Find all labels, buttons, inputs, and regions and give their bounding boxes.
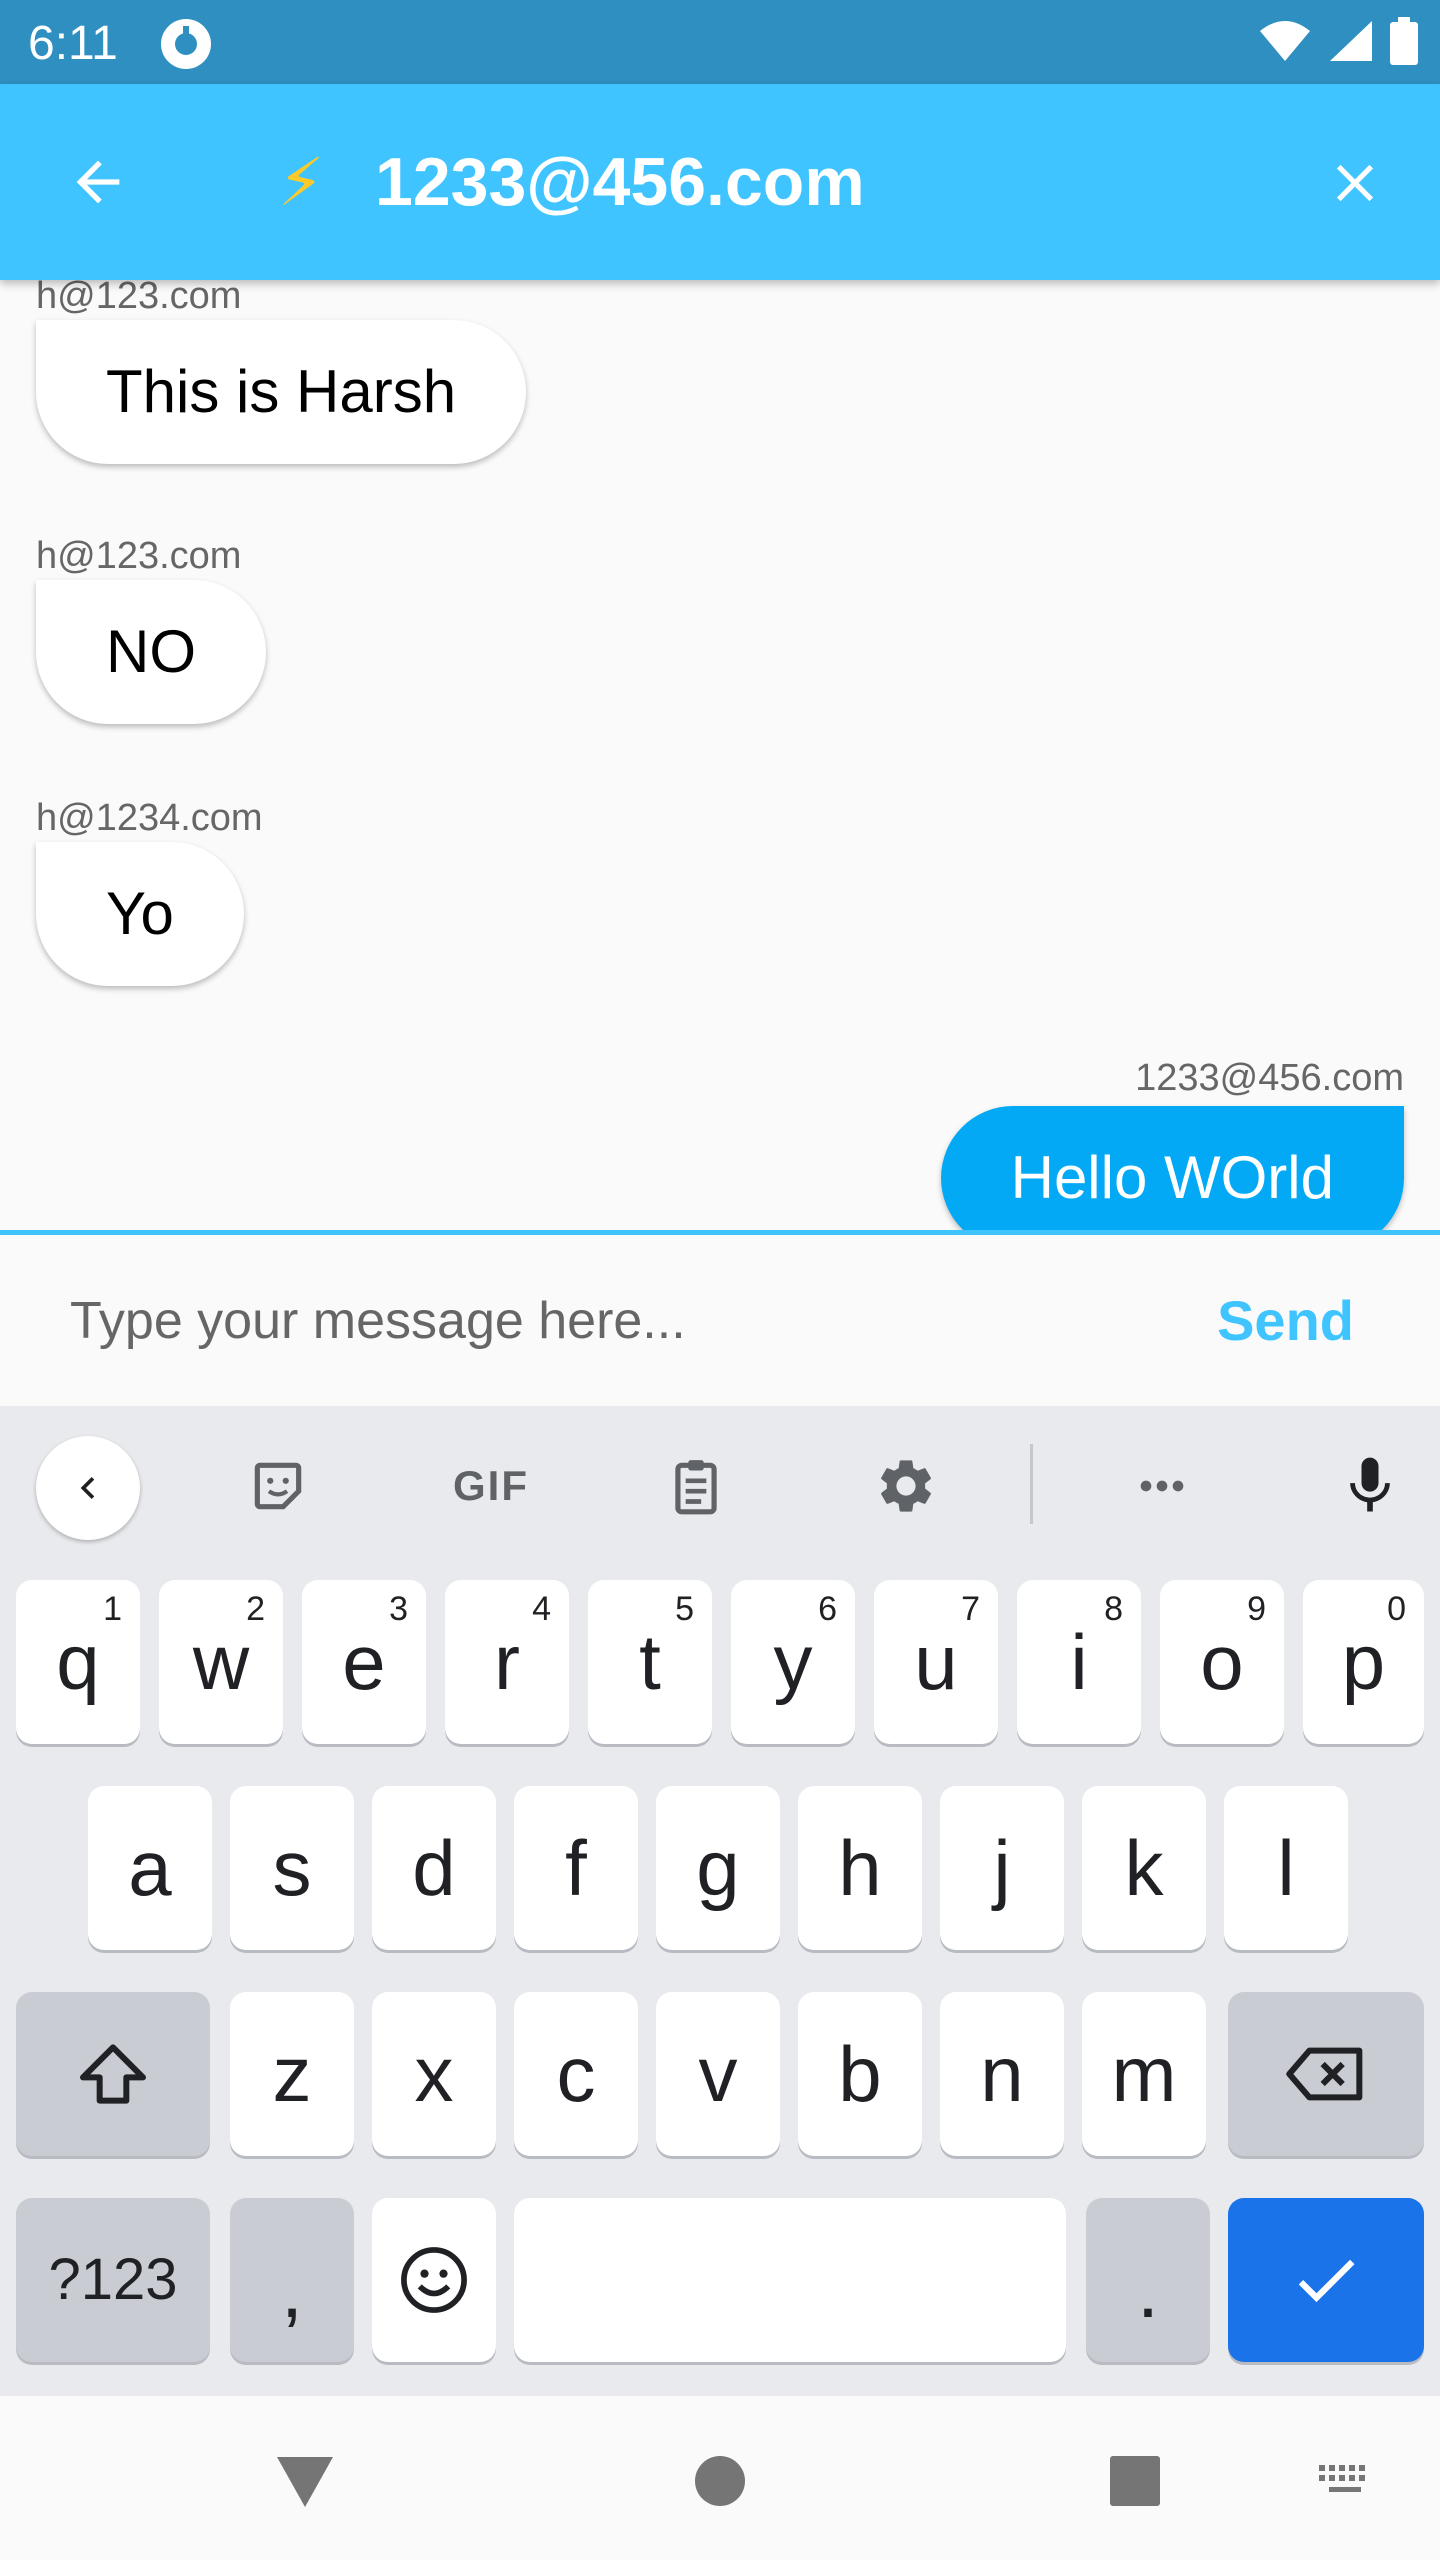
emoji-icon <box>401 2247 467 2313</box>
key-h[interactable]: h <box>798 1786 922 1950</box>
battery-icon <box>1390 16 1418 70</box>
backspace-icon <box>1286 2047 1363 2101</box>
key-m[interactable]: m <box>1082 1992 1206 2156</box>
key-i[interactable]: 8i <box>1017 1580 1141 1744</box>
key-j[interactable]: j <box>940 1786 1064 1950</box>
message-bubble[interactable]: This is Harsh <box>36 320 527 464</box>
soft-keyboard: GIF 1q 2w 3e 4r 5t 6y 7u 8i 9o 0p a s d … <box>0 1406 1440 2396</box>
message-sender: h@123.com <box>36 535 242 577</box>
message-sender: h@1234.com <box>36 797 263 839</box>
key-r[interactable]: 4r <box>445 1580 569 1744</box>
chevron-left-icon <box>80 1477 95 1499</box>
more-horizontal-icon <box>1140 1480 1184 1492</box>
check-icon <box>1298 2259 1355 2303</box>
key-y[interactable]: 6y <box>731 1580 855 1744</box>
key-s[interactable]: s <box>230 1786 354 1950</box>
key-b[interactable]: b <box>798 1992 922 2156</box>
key-k[interactable]: k <box>1082 1786 1206 1950</box>
page-title: 1233@456.com <box>375 144 865 220</box>
key-e[interactable]: 3e <box>302 1580 426 1744</box>
gif-label: GIF <box>453 1462 529 1509</box>
settings-button[interactable] <box>856 1436 956 1536</box>
microphone-icon <box>1350 1457 1390 1512</box>
lightning-icon: ⚡ <box>278 145 325 219</box>
key-g[interactable]: g <box>656 1786 780 1950</box>
keyboard-collapse-button[interactable] <box>36 1436 140 1540</box>
backspace-key[interactable] <box>1228 1992 1424 2156</box>
message-bubble[interactable]: Yo <box>36 842 244 986</box>
shift-icon <box>80 2044 146 2104</box>
comma-key[interactable]: , <box>230 2198 354 2362</box>
keyboard-icon <box>1319 2465 1365 2492</box>
sticker-icon <box>254 1462 302 1510</box>
key-l[interactable]: l <box>1224 1786 1348 1950</box>
shift-key[interactable] <box>16 1992 210 2156</box>
navigation-bar <box>0 2396 1440 2560</box>
clipboard-button[interactable] <box>646 1436 746 1536</box>
status-bar: 6:11 <box>0 0 1440 84</box>
message-composer: Send <box>0 1230 1440 1406</box>
app-notification-icon <box>160 18 212 70</box>
key-t[interactable]: 5t <box>588 1580 712 1744</box>
space-key[interactable] <box>514 2198 1066 2362</box>
key-n[interactable]: n <box>940 1992 1064 2156</box>
nav-recents-button[interactable] <box>1090 2436 1180 2526</box>
back-button[interactable] <box>50 142 146 222</box>
close-icon <box>1336 164 1374 202</box>
emoji-key[interactable] <box>372 2198 496 2362</box>
toolbar-divider <box>1030 1444 1033 1524</box>
key-p[interactable]: 0p <box>1303 1580 1424 1744</box>
keyboard-switch-button[interactable] <box>1300 2436 1390 2526</box>
arrow-back-icon <box>76 160 120 204</box>
key-f[interactable]: f <box>514 1786 638 1950</box>
close-button[interactable] <box>1310 138 1400 228</box>
app-bar: ⚡ 1233@456.com <box>0 84 1440 280</box>
send-button[interactable]: Send <box>1217 1285 1354 1357</box>
status-icons <box>1258 16 1418 70</box>
sticker-button[interactable] <box>228 1436 328 1536</box>
key-o[interactable]: 9o <box>1160 1580 1284 1744</box>
more-options-button[interactable] <box>1112 1436 1212 1536</box>
key-w[interactable]: 2w <box>159 1580 283 1744</box>
key-z[interactable]: z <box>230 1992 354 2156</box>
key-u[interactable]: 7u <box>874 1580 998 1744</box>
keyboard-toolbar: GIF <box>0 1406 1440 1556</box>
nav-back-button[interactable] <box>260 2436 350 2526</box>
voice-input-button[interactable] <box>1320 1436 1420 1536</box>
key-a[interactable]: a <box>88 1786 212 1950</box>
status-time: 6:11 <box>28 17 118 70</box>
message-sender: 1233@456.com <box>1135 1057 1404 1099</box>
message-bubble-outgoing[interactable]: Hello WOrld <box>940 1106 1404 1230</box>
message-input[interactable] <box>70 1271 1120 1371</box>
enter-key[interactable] <box>1228 2198 1424 2362</box>
nav-home-button[interactable] <box>675 2436 765 2526</box>
clipboard-icon <box>675 1460 717 1515</box>
key-v[interactable]: v <box>656 1992 780 2156</box>
key-q[interactable]: 1q <box>16 1580 140 1744</box>
triangle-back-icon <box>277 2457 333 2507</box>
circle-home-icon <box>695 2456 745 2506</box>
symbols-key[interactable]: ?123 <box>16 2198 210 2362</box>
key-x[interactable]: x <box>372 1992 496 2156</box>
signal-icon <box>1328 19 1374 68</box>
message-sender: h@123.com <box>36 280 242 317</box>
message-list[interactable]: h@123.com This is Harsh h@123.com NO h@1… <box>0 280 1440 1230</box>
wifi-icon <box>1258 19 1312 68</box>
period-key[interactable]: . <box>1086 2198 1210 2362</box>
square-recents-icon <box>1110 2456 1160 2506</box>
message-bubble[interactable]: NO <box>36 580 266 724</box>
gif-button[interactable]: GIF <box>436 1436 546 1536</box>
key-c[interactable]: c <box>514 1992 638 2156</box>
gear-icon <box>881 1460 931 1512</box>
key-d[interactable]: d <box>372 1786 496 1950</box>
